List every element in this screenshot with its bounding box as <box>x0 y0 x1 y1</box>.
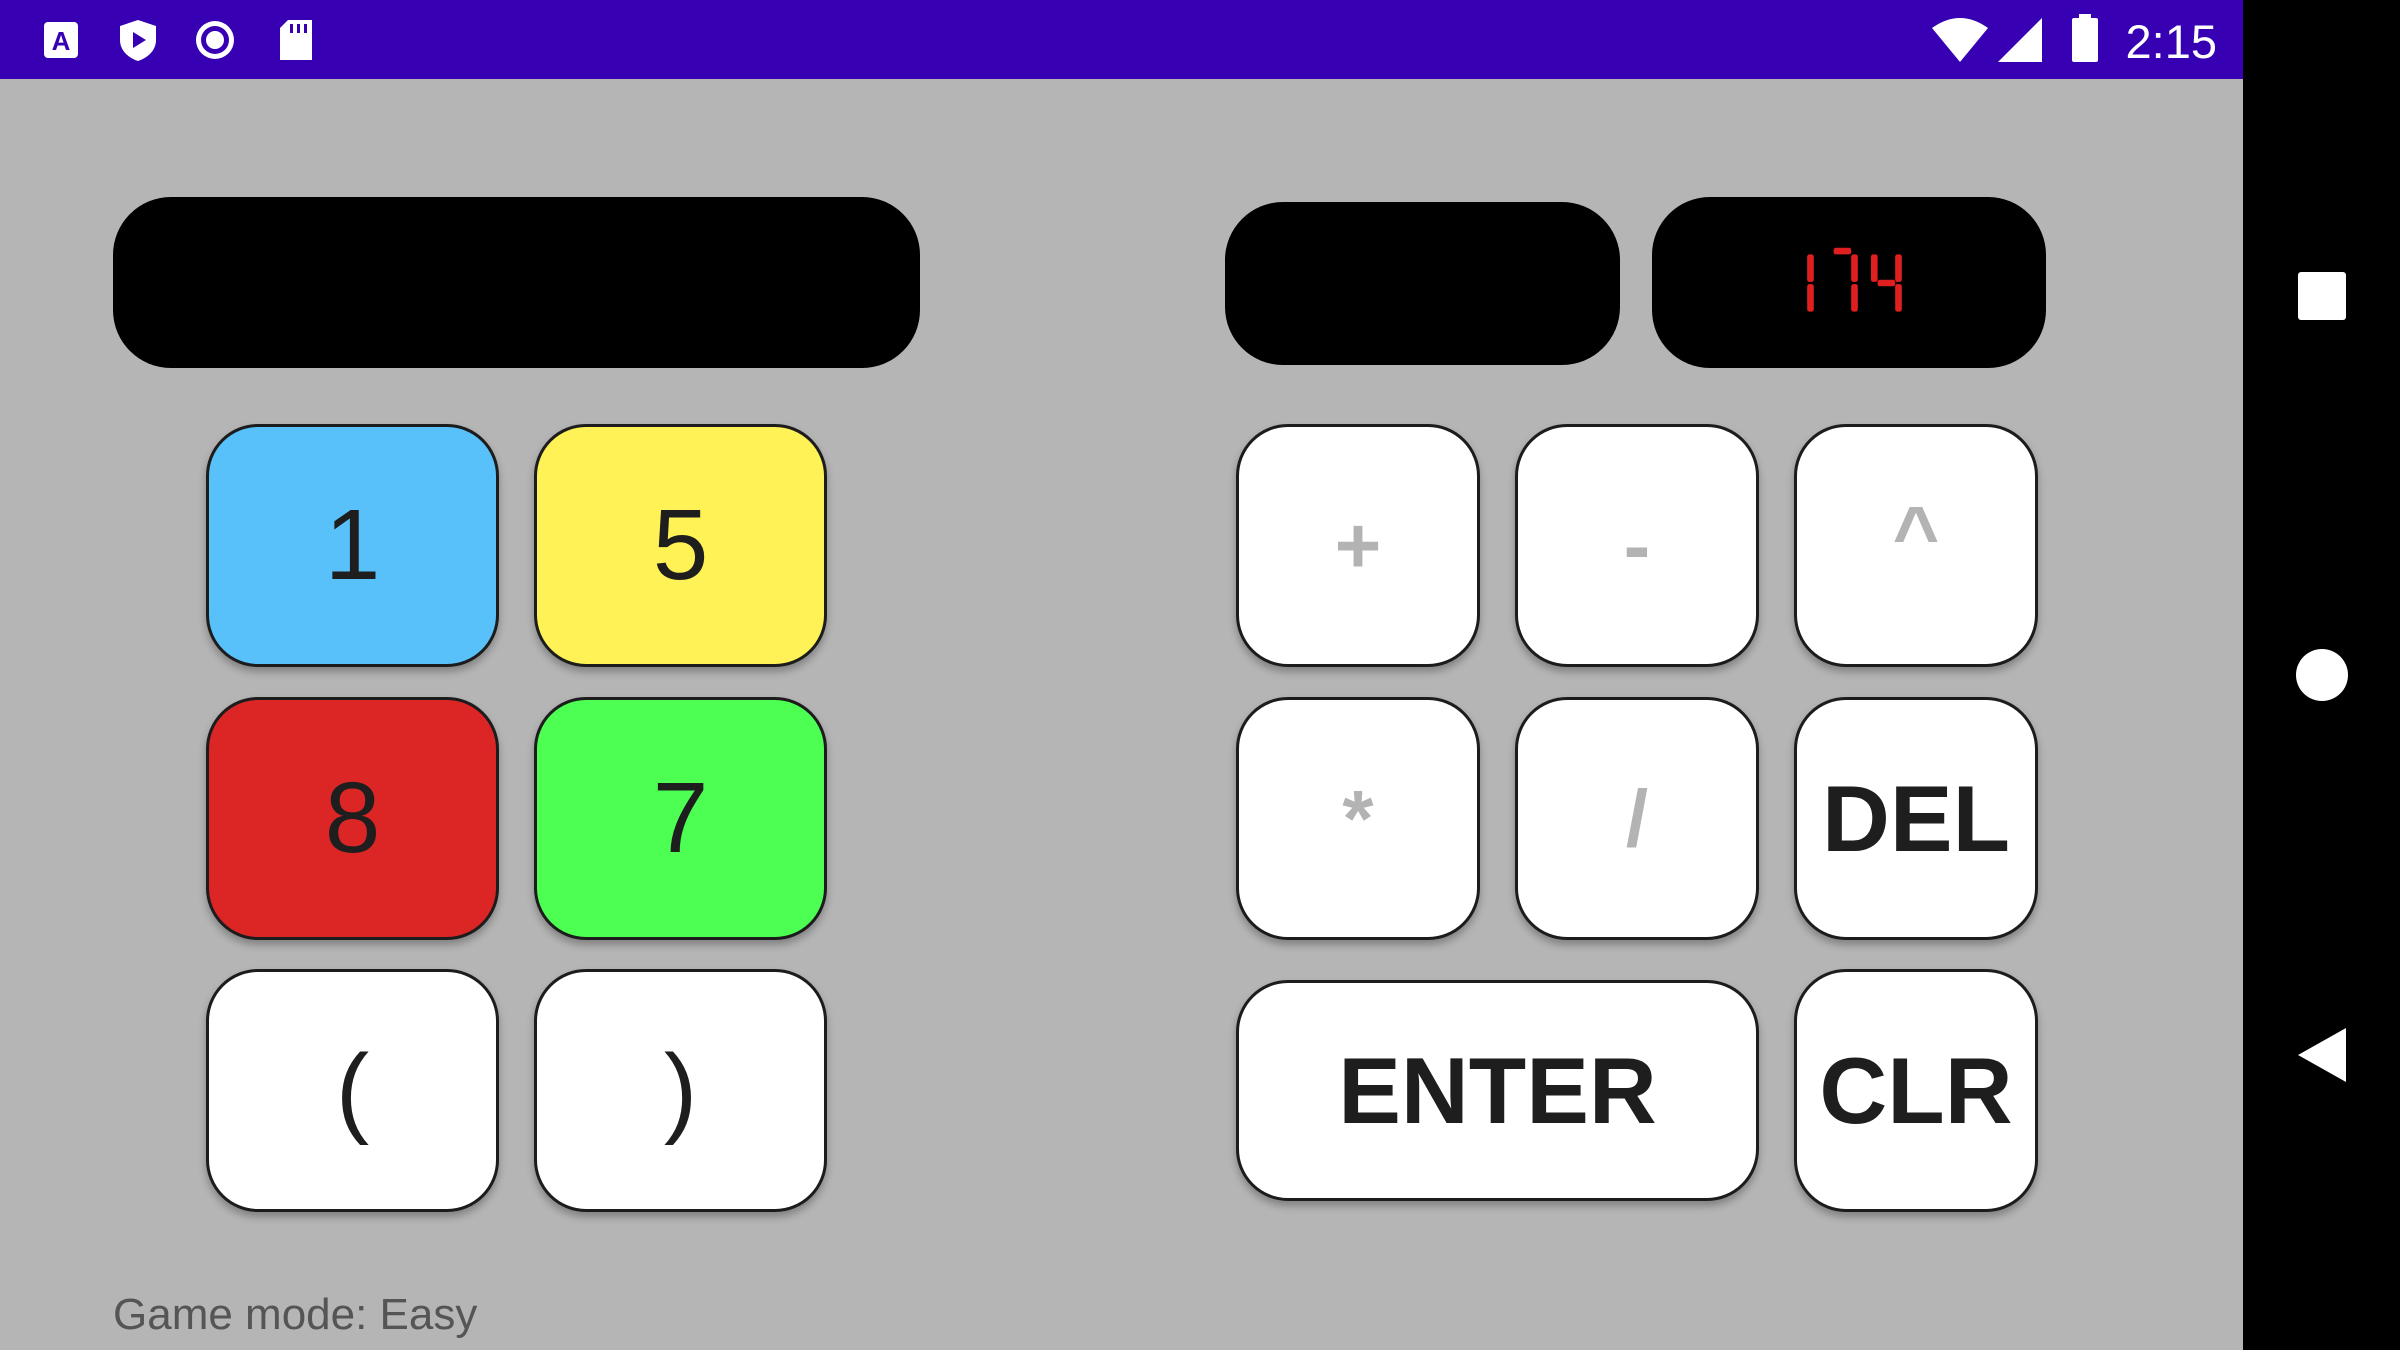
power-key[interactable]: ^ <box>1794 424 2038 667</box>
minus-key[interactable]: - <box>1515 424 1759 667</box>
delete-button[interactable]: DEL <box>1794 697 2038 940</box>
number-key-8[interactable]: 8 <box>206 697 499 940</box>
segment-4-c <box>1895 283 1902 312</box>
segment-4-f <box>1871 253 1878 282</box>
target-number-readout <box>1807 247 1902 312</box>
segment-1-b <box>1807 253 1814 282</box>
number-key-7[interactable]: 7 <box>534 697 827 940</box>
wifi-icon <box>1932 18 1988 62</box>
target-number-display <box>1652 197 2046 368</box>
multiply-key[interactable]: * <box>1236 697 1480 940</box>
segment-7-c <box>1851 283 1858 312</box>
number-key-5[interactable]: 5 <box>534 424 827 667</box>
svg-text:A: A <box>52 26 71 56</box>
divide-key[interactable]: / <box>1515 697 1759 940</box>
clear-button[interactable]: CLR <box>1794 969 2038 1212</box>
navigation-bar <box>2243 0 2400 1350</box>
close-paren-key[interactable]: ) <box>534 969 827 1212</box>
segment-1-c <box>1807 283 1814 312</box>
open-paren-key[interactable]: ( <box>206 969 499 1212</box>
shield-icon <box>120 20 156 61</box>
a-box-icon: A <box>44 22 78 58</box>
segment-7-b <box>1851 253 1858 282</box>
expression-display <box>113 197 920 368</box>
sd-card-icon <box>280 20 312 60</box>
radio-circle-icon <box>196 21 234 59</box>
segment-4-b <box>1895 253 1902 282</box>
enter-button[interactable]: ENTER <box>1236 980 1759 1201</box>
game-mode-label: Game mode: Easy <box>113 1290 478 1339</box>
back-icon[interactable] <box>2296 1026 2348 1084</box>
cell-signal-icon <box>1998 18 2042 62</box>
status-time: 2:15 <box>2125 15 2217 68</box>
battery-icon <box>2072 14 2098 62</box>
home-icon[interactable] <box>2294 647 2350 703</box>
plus-key[interactable]: + <box>1236 424 1480 667</box>
status-bar: A 2:15 <box>0 0 2243 79</box>
recents-icon[interactable] <box>2296 270 2348 322</box>
segment-4-g <box>1877 279 1896 286</box>
number-key-1[interactable]: 1 <box>206 424 499 667</box>
segment-7-a <box>1833 247 1852 254</box>
result-display <box>1225 202 1620 365</box>
